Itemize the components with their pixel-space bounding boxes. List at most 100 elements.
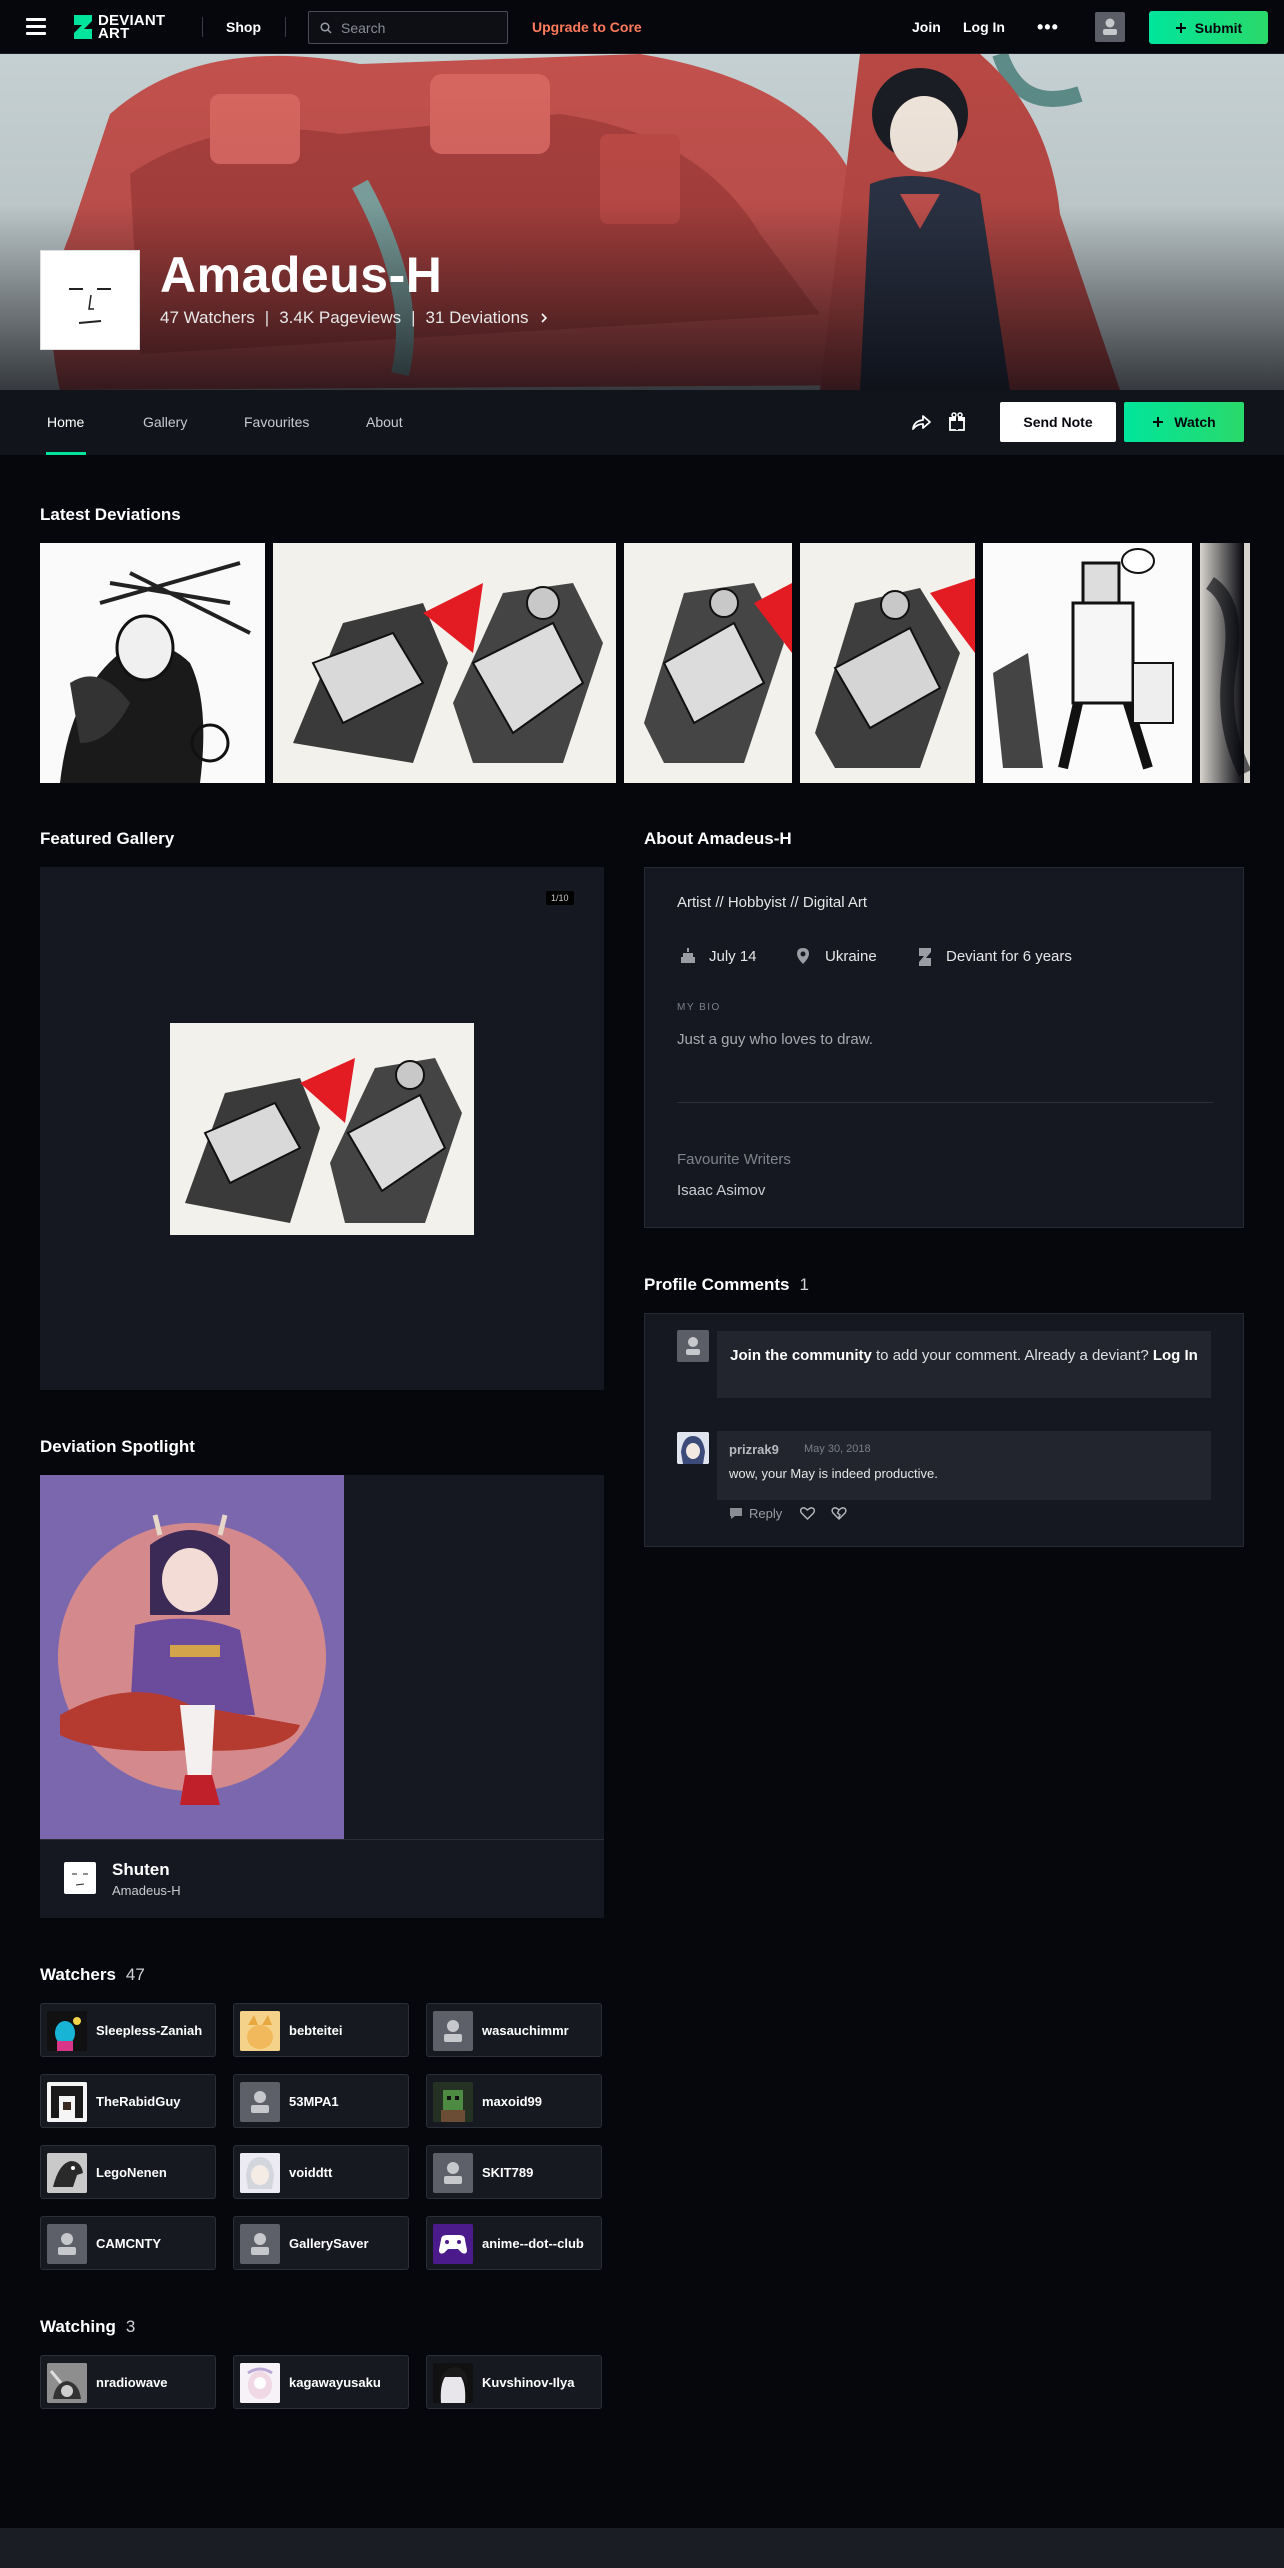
featured-gallery-title: Featured Gallery — [40, 829, 175, 848]
featured-artwork[interactable] — [170, 1023, 474, 1235]
divider — [677, 1102, 1213, 1103]
watching-avatar — [240, 2363, 280, 2403]
watching-card[interactable]: nradiowave — [40, 2355, 216, 2409]
join-link[interactable]: Join — [912, 19, 941, 35]
watcher-card[interactable]: Sleepless-Zaniah — [40, 2003, 216, 2057]
profile-name: Amadeus-H — [160, 247, 443, 303]
deviation-thumb[interactable] — [624, 543, 792, 783]
tab-about[interactable]: About — [366, 414, 403, 430]
gift-icon[interactable] — [947, 412, 967, 432]
watch-button[interactable]: Watch — [1124, 402, 1244, 442]
default-avatar-icon — [240, 2224, 280, 2264]
watcher-avatar — [433, 2082, 473, 2122]
gamepad-avatar — [433, 2224, 473, 2264]
profile-nav: Home Gallery Favourites About Send Note … — [0, 390, 1284, 455]
watcher-card[interactable]: GallerySaver — [233, 2216, 409, 2270]
bio-text: Just a guy who loves to draw. — [677, 1031, 873, 1048]
default-avatar-icon — [47, 2224, 87, 2264]
comment-author[interactable]: prizrak9 — [729, 1442, 779, 1457]
comment-login-link[interactable]: Log In — [1153, 1347, 1198, 1364]
latest-deviations-title: Latest Deviations — [40, 505, 181, 524]
more-icon[interactable]: ••• — [1037, 17, 1059, 38]
watcher-card[interactable]: SKIT789 — [426, 2145, 602, 2199]
shop-link[interactable]: Shop — [226, 19, 261, 35]
search-input[interactable] — [341, 12, 501, 43]
profile-stats: 47 Watchers | 3.4K Pageviews | 31 Deviat… — [160, 308, 549, 328]
watcher-card[interactable]: anime--dot--club — [426, 2216, 602, 2270]
login-link[interactable]: Log In — [963, 19, 1005, 35]
reply-button[interactable]: Reply — [729, 1506, 782, 1521]
about-tagline: Artist // Hobbyist // Digital Art — [677, 894, 868, 911]
deviation-thumb[interactable] — [800, 543, 975, 783]
face-drawing-avatar — [69, 288, 111, 324]
watcher-card[interactable]: wasauchimmr — [426, 2003, 602, 2057]
comment-text: wow, your May is indeed productive. — [729, 1466, 938, 1481]
default-avatar-icon — [240, 2082, 280, 2122]
share-icon[interactable] — [910, 412, 932, 432]
watching-card[interactable]: Kuvshinov-Ilya — [426, 2355, 602, 2409]
banner-artwork — [0, 54, 1284, 390]
spotlight-artist[interactable]: Amadeus-H — [112, 1883, 181, 1898]
deviation-spotlight-title: Deviation Spotlight — [40, 1437, 195, 1456]
send-note-button[interactable]: Send Note — [1000, 402, 1116, 442]
watching-avatar — [433, 2363, 473, 2403]
gallery-counter: 1/10 — [546, 891, 574, 905]
search-box[interactable] — [308, 11, 508, 44]
default-avatar-icon — [433, 2011, 473, 2051]
plus-icon — [1175, 22, 1186, 33]
watcher-avatar — [240, 2011, 280, 2051]
about-title: About Amadeus-H — [644, 829, 792, 848]
spotlight-artwork[interactable] — [40, 1475, 344, 1839]
broken-heart-icon[interactable] — [831, 1507, 847, 1520]
chevron-right-icon[interactable] — [539, 312, 549, 324]
divider — [285, 17, 286, 37]
tab-home[interactable]: Home — [47, 414, 84, 430]
deviantart-logo-icon — [74, 15, 92, 39]
watcher-card[interactable]: 53MPA1 — [233, 2074, 409, 2128]
speech-bubble-icon — [730, 1508, 742, 1519]
divider — [202, 17, 203, 37]
birthday: July 14 — [709, 948, 757, 965]
watcher-card[interactable]: CAMCNTY — [40, 2216, 216, 2270]
heart-icon[interactable] — [800, 1507, 815, 1520]
watcher-card[interactable]: voiddtt — [233, 2145, 409, 2199]
footer — [0, 2528, 1284, 2568]
watcher-card[interactable]: maxoid99 — [426, 2074, 602, 2128]
join-community-prompt: Join the community to add your comment. … — [717, 1331, 1211, 1398]
user-avatar[interactable] — [1095, 12, 1125, 42]
watching-card[interactable]: kagawayusaku — [233, 2355, 409, 2409]
join-community-link[interactable]: Join the community — [730, 1347, 872, 1364]
deviations-count[interactable]: 31 Deviations — [426, 308, 529, 328]
location-pin-icon — [797, 948, 809, 964]
artist-avatar[interactable] — [64, 1862, 96, 1894]
tab-gallery[interactable]: Gallery — [143, 414, 187, 430]
featured-gallery-panel: 1/10 — [40, 867, 604, 1390]
profile-avatar[interactable] — [40, 250, 140, 350]
deviation-thumb[interactable] — [983, 543, 1192, 783]
favourite-writers-label: Favourite Writers — [677, 1151, 791, 1168]
location: Ukraine — [825, 948, 877, 965]
watching-title: Watching 3 — [40, 2317, 136, 2336]
active-tab-indicator — [46, 452, 86, 455]
upgrade-to-core-link[interactable]: Upgrade to Core — [532, 19, 642, 35]
commenter-avatar[interactable] — [677, 1432, 709, 1464]
deviant-for: Deviant for 6 years — [946, 948, 1072, 965]
spotlight-art-title[interactable]: Shuten — [112, 1860, 170, 1880]
profile-banner: Amadeus-H 47 Watchers | 3.4K Pageviews |… — [0, 54, 1284, 390]
comment-date[interactable]: May 30, 2018 — [804, 1443, 871, 1455]
menu-icon[interactable] — [26, 18, 46, 35]
search-icon — [320, 22, 332, 34]
deviantart-logo[interactable]: DEVIANT ART — [72, 12, 165, 42]
submit-button[interactable]: Submit — [1149, 11, 1268, 44]
tab-favourites[interactable]: Favourites — [244, 414, 309, 430]
deviation-thumb[interactable] — [273, 543, 616, 783]
deviation-thumb[interactable] — [40, 543, 265, 783]
watcher-card[interactable]: bebteitei — [233, 2003, 409, 2057]
watchers-count[interactable]: 47 Watchers — [160, 308, 255, 328]
watcher-card[interactable]: LegoNenen — [40, 2145, 216, 2199]
watcher-avatar — [47, 2082, 87, 2122]
spotlight-info[interactable]: Shuten Amadeus-H — [40, 1840, 604, 1918]
bio-label: MY BIO — [677, 1002, 721, 1013]
watcher-card[interactable]: TheRabidGuy — [40, 2074, 216, 2128]
comment: prizrak9 May 30, 2018 wow, your May is i… — [717, 1431, 1211, 1500]
